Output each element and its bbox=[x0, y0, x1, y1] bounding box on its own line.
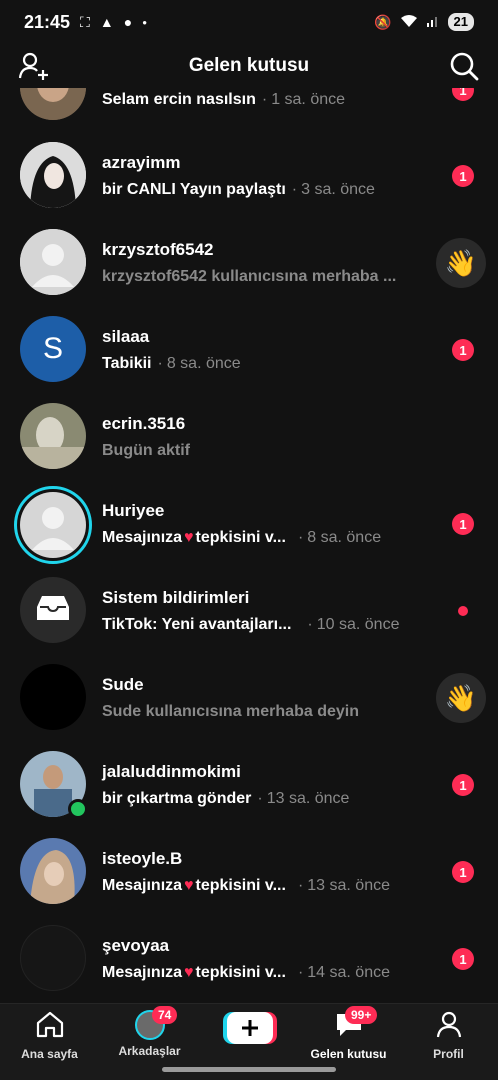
message-time: 3 sa. önce bbox=[301, 181, 375, 198]
avatar bbox=[20, 838, 86, 904]
wave-hand-icon[interactable]: 👋 bbox=[436, 673, 486, 723]
message-time: 13 sa. önce bbox=[266, 790, 350, 807]
avatar bbox=[20, 403, 86, 469]
message-time: 8 sa. önce bbox=[307, 529, 382, 546]
heart-icon: ♥ bbox=[184, 877, 194, 894]
notification-dot-icon: ● bbox=[142, 17, 148, 27]
username: ecrin.3516 bbox=[102, 414, 186, 433]
wifi-icon bbox=[400, 14, 418, 31]
nav-friends[interactable]: 74 Arkadaşlar bbox=[100, 1006, 199, 1062]
online-status-dot bbox=[68, 799, 88, 819]
username: Huriyee bbox=[102, 501, 165, 520]
nav-inbox[interactable]: 99+ Gelen kutusu bbox=[299, 1006, 398, 1062]
inbox-tray-icon bbox=[36, 594, 70, 627]
avatar bbox=[20, 229, 86, 295]
chat-bubble-icon: ● bbox=[123, 14, 133, 30]
nav-home[interactable]: Ana sayfa bbox=[0, 1010, 99, 1062]
last-message: bir CANLI Yayın paylaştı bbox=[102, 181, 286, 198]
avatar bbox=[20, 925, 86, 991]
unread-badge: 1 bbox=[452, 774, 474, 796]
list-item[interactable]: S silaaa Tabikii · 8 sa. önce 1 bbox=[0, 306, 498, 393]
plus-icon bbox=[222, 1010, 277, 1051]
username: Sude bbox=[102, 675, 144, 694]
nav-inbox-label: Gelen kutusu bbox=[310, 1047, 387, 1061]
nav-profile-label: Profil bbox=[433, 1047, 464, 1061]
clock: 21:45 bbox=[24, 11, 71, 32]
heart-icon: ♥ bbox=[184, 529, 194, 546]
profile-icon bbox=[434, 1010, 464, 1043]
inbox-badge: 99+ bbox=[345, 1006, 378, 1024]
screenshot-icon: ⛶ bbox=[80, 13, 90, 30]
nav-home-label: Ana sayfa bbox=[21, 1047, 78, 1061]
friends-badge: 74 bbox=[152, 1006, 178, 1024]
avatar bbox=[20, 88, 86, 120]
page-title: Gelen kutusu bbox=[188, 55, 310, 76]
avatar bbox=[20, 142, 86, 208]
list-item[interactable]: krzysztof6542 krzysztof6542 kullanıcısın… bbox=[0, 219, 498, 306]
status-bar: 21:45 ⛶ ▲ ● ● 🔕 21 bbox=[0, 0, 498, 44]
list-item[interactable]: jalaluddinmokimi bir çıkartma gönder · 1… bbox=[0, 741, 498, 828]
home-indicator[interactable] bbox=[162, 1067, 336, 1072]
last-message: Selam ercin nasılsın bbox=[102, 91, 256, 108]
unread-badge: 1 bbox=[452, 948, 474, 970]
username: isteoyle.B bbox=[102, 849, 183, 868]
last-message: TikTok: Yeni avantajları... bbox=[102, 616, 292, 633]
list-item[interactable]: azrayimm bir CANLI Yayın paylaştı · 3 sa… bbox=[0, 132, 498, 219]
warning-icon: ▲ bbox=[99, 14, 114, 30]
header: Gelen kutusu bbox=[0, 44, 498, 88]
username: Sistem bildirimleri bbox=[102, 588, 250, 607]
unread-badge: 1 bbox=[452, 513, 474, 535]
add-friends-icon[interactable] bbox=[18, 52, 50, 80]
list-item[interactable]: Sistem bildirimleri TikTok: Yeni avantaj… bbox=[0, 567, 498, 654]
unread-dot bbox=[458, 606, 468, 616]
message-time: 13 sa. önce bbox=[307, 877, 390, 894]
last-message-prefix: Mesajınıza bbox=[102, 877, 183, 894]
wave-hand-icon[interactable]: 👋 bbox=[436, 238, 486, 288]
battery-indicator: 21 bbox=[447, 13, 474, 31]
username: silaaa bbox=[102, 327, 150, 346]
message-time: 10 sa. önce bbox=[316, 616, 400, 633]
last-message-prefix: Mesajınıza bbox=[102, 964, 183, 981]
list-item[interactable]: isteoyle.B Mesajınıza ♥ tepkisini v... ·… bbox=[0, 828, 498, 915]
last-message: Tabikii bbox=[102, 355, 152, 372]
list-item[interactable]: Sude Sude kullanıcısına merhaba deyin 👋 bbox=[0, 654, 498, 741]
nav-profile[interactable]: Profil bbox=[399, 1010, 498, 1062]
avatar bbox=[14, 486, 92, 564]
username: azrayimm bbox=[102, 153, 181, 172]
message-time: 1 sa. önce bbox=[271, 91, 346, 108]
inbox-list: Selam ercin nasılsın · 1 sa. önce 1 azra… bbox=[0, 88, 498, 1003]
unread-badge: 1 bbox=[452, 88, 474, 101]
list-item[interactable]: şevoyaa Mesajınıza ♥ tepkisini v... · 14… bbox=[0, 915, 498, 1002]
list-item[interactable]: Selam ercin nasılsın · 1 sa. önce 1 bbox=[0, 88, 498, 131]
list-item[interactable]: Huriyee Mesajınıza ♥ tepkisini v... · 8 … bbox=[0, 480, 498, 567]
avatar bbox=[20, 664, 86, 730]
message-time: 14 sa. önce bbox=[307, 964, 390, 981]
last-message-suffix: tepkisini v... bbox=[195, 877, 286, 894]
last-message: Sude kullanıcısına merhaba deyin bbox=[102, 703, 359, 720]
avatar bbox=[20, 751, 88, 819]
list-item[interactable]: ecrin.3516 Bugün aktif bbox=[0, 393, 498, 480]
create-button[interactable] bbox=[200, 1010, 299, 1062]
nav-friends-label: Arkadaşlar bbox=[118, 1044, 181, 1058]
signal-icon bbox=[426, 14, 440, 31]
mute-icon: 🔕 bbox=[374, 13, 392, 30]
last-message-suffix: tepkisini v... bbox=[195, 964, 286, 981]
avatar: S bbox=[20, 316, 86, 382]
avatar bbox=[20, 577, 86, 643]
home-icon bbox=[35, 1010, 65, 1043]
unread-badge: 1 bbox=[452, 339, 474, 361]
search-icon[interactable] bbox=[448, 50, 480, 82]
last-message: Bugün aktif bbox=[102, 442, 190, 459]
message-time: 8 sa. önce bbox=[166, 355, 241, 372]
unread-badge: 1 bbox=[452, 165, 474, 187]
username: krzysztof6542 bbox=[102, 240, 214, 259]
last-message-prefix: Mesajınıza bbox=[102, 529, 183, 546]
last-message: bir çıkartma gönder bbox=[102, 790, 252, 807]
username: şevoyaa bbox=[102, 936, 170, 955]
heart-icon: ♥ bbox=[184, 964, 194, 981]
last-message-suffix: tepkisini v... bbox=[195, 529, 286, 546]
last-message: krzysztof6542 kullanıcısına merhaba ... bbox=[102, 268, 397, 285]
username: jalaluddinmokimi bbox=[102, 762, 241, 781]
unread-badge: 1 bbox=[452, 861, 474, 883]
